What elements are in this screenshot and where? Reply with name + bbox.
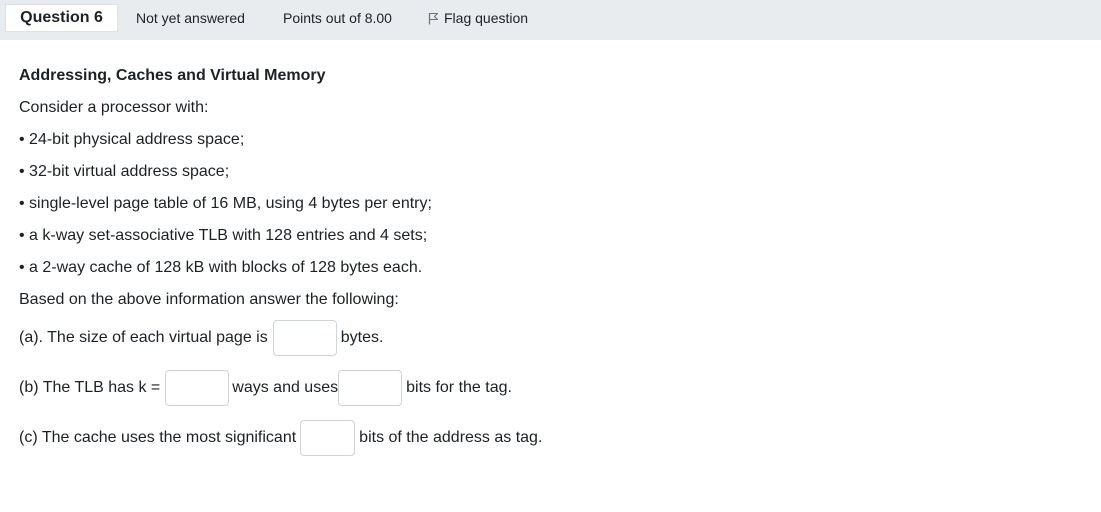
part-c-end-label: bits of the address as tag. (359, 429, 543, 446)
question-number: Question 6 (5, 4, 118, 32)
part-c-answer-input[interactable] (300, 420, 356, 456)
part-b-middle-label: ways and uses (232, 379, 339, 396)
part-b-end-label: bits for the tag. (406, 379, 512, 396)
part-a-row: (a). The size of each virtual page is by… (19, 320, 383, 356)
part-c-row: (c) The cache uses the most significant … (19, 420, 542, 456)
flag-icon (428, 12, 439, 24)
part-b-row: (b) The TLB has k = ways and uses bits f… (19, 370, 512, 406)
question-intro: Consider a processor with: (19, 99, 209, 116)
question-prompt: Based on the above information answer th… (19, 291, 399, 308)
part-b-label: (b) The TLB has k = (19, 379, 161, 396)
bullet-item: • a k-way set-associative TLB with 128 e… (19, 227, 428, 244)
question-status: Not yet answered (136, 10, 245, 26)
bullet-item: • 32-bit virtual address space; (19, 163, 230, 180)
part-b-tag-bits-input[interactable] (338, 370, 403, 406)
part-c-label: (c) The cache uses the most significant (19, 429, 297, 446)
question-title: Addressing, Caches and Virtual Memory (19, 67, 326, 84)
flag-question-label: Flag question (444, 10, 529, 26)
part-a-unit: bytes. (340, 329, 384, 346)
question-info-bar: Question 6 Not yet answered Points out o… (0, 0, 1101, 40)
bullet-item: • a 2-way cache of 128 kB with blocks of… (19, 259, 423, 276)
bullet-item: • 24-bit physical address space; (19, 131, 245, 148)
part-a-answer-input[interactable] (272, 320, 337, 356)
question-points: Points out of 8.00 (283, 10, 392, 26)
flag-question-button[interactable]: Flag question (428, 10, 528, 26)
part-a-label: (a). The size of each virtual page is (19, 329, 268, 346)
bullet-item: • single-level page table of 16 MB, usin… (19, 195, 432, 212)
part-b-k-input[interactable] (165, 370, 230, 406)
